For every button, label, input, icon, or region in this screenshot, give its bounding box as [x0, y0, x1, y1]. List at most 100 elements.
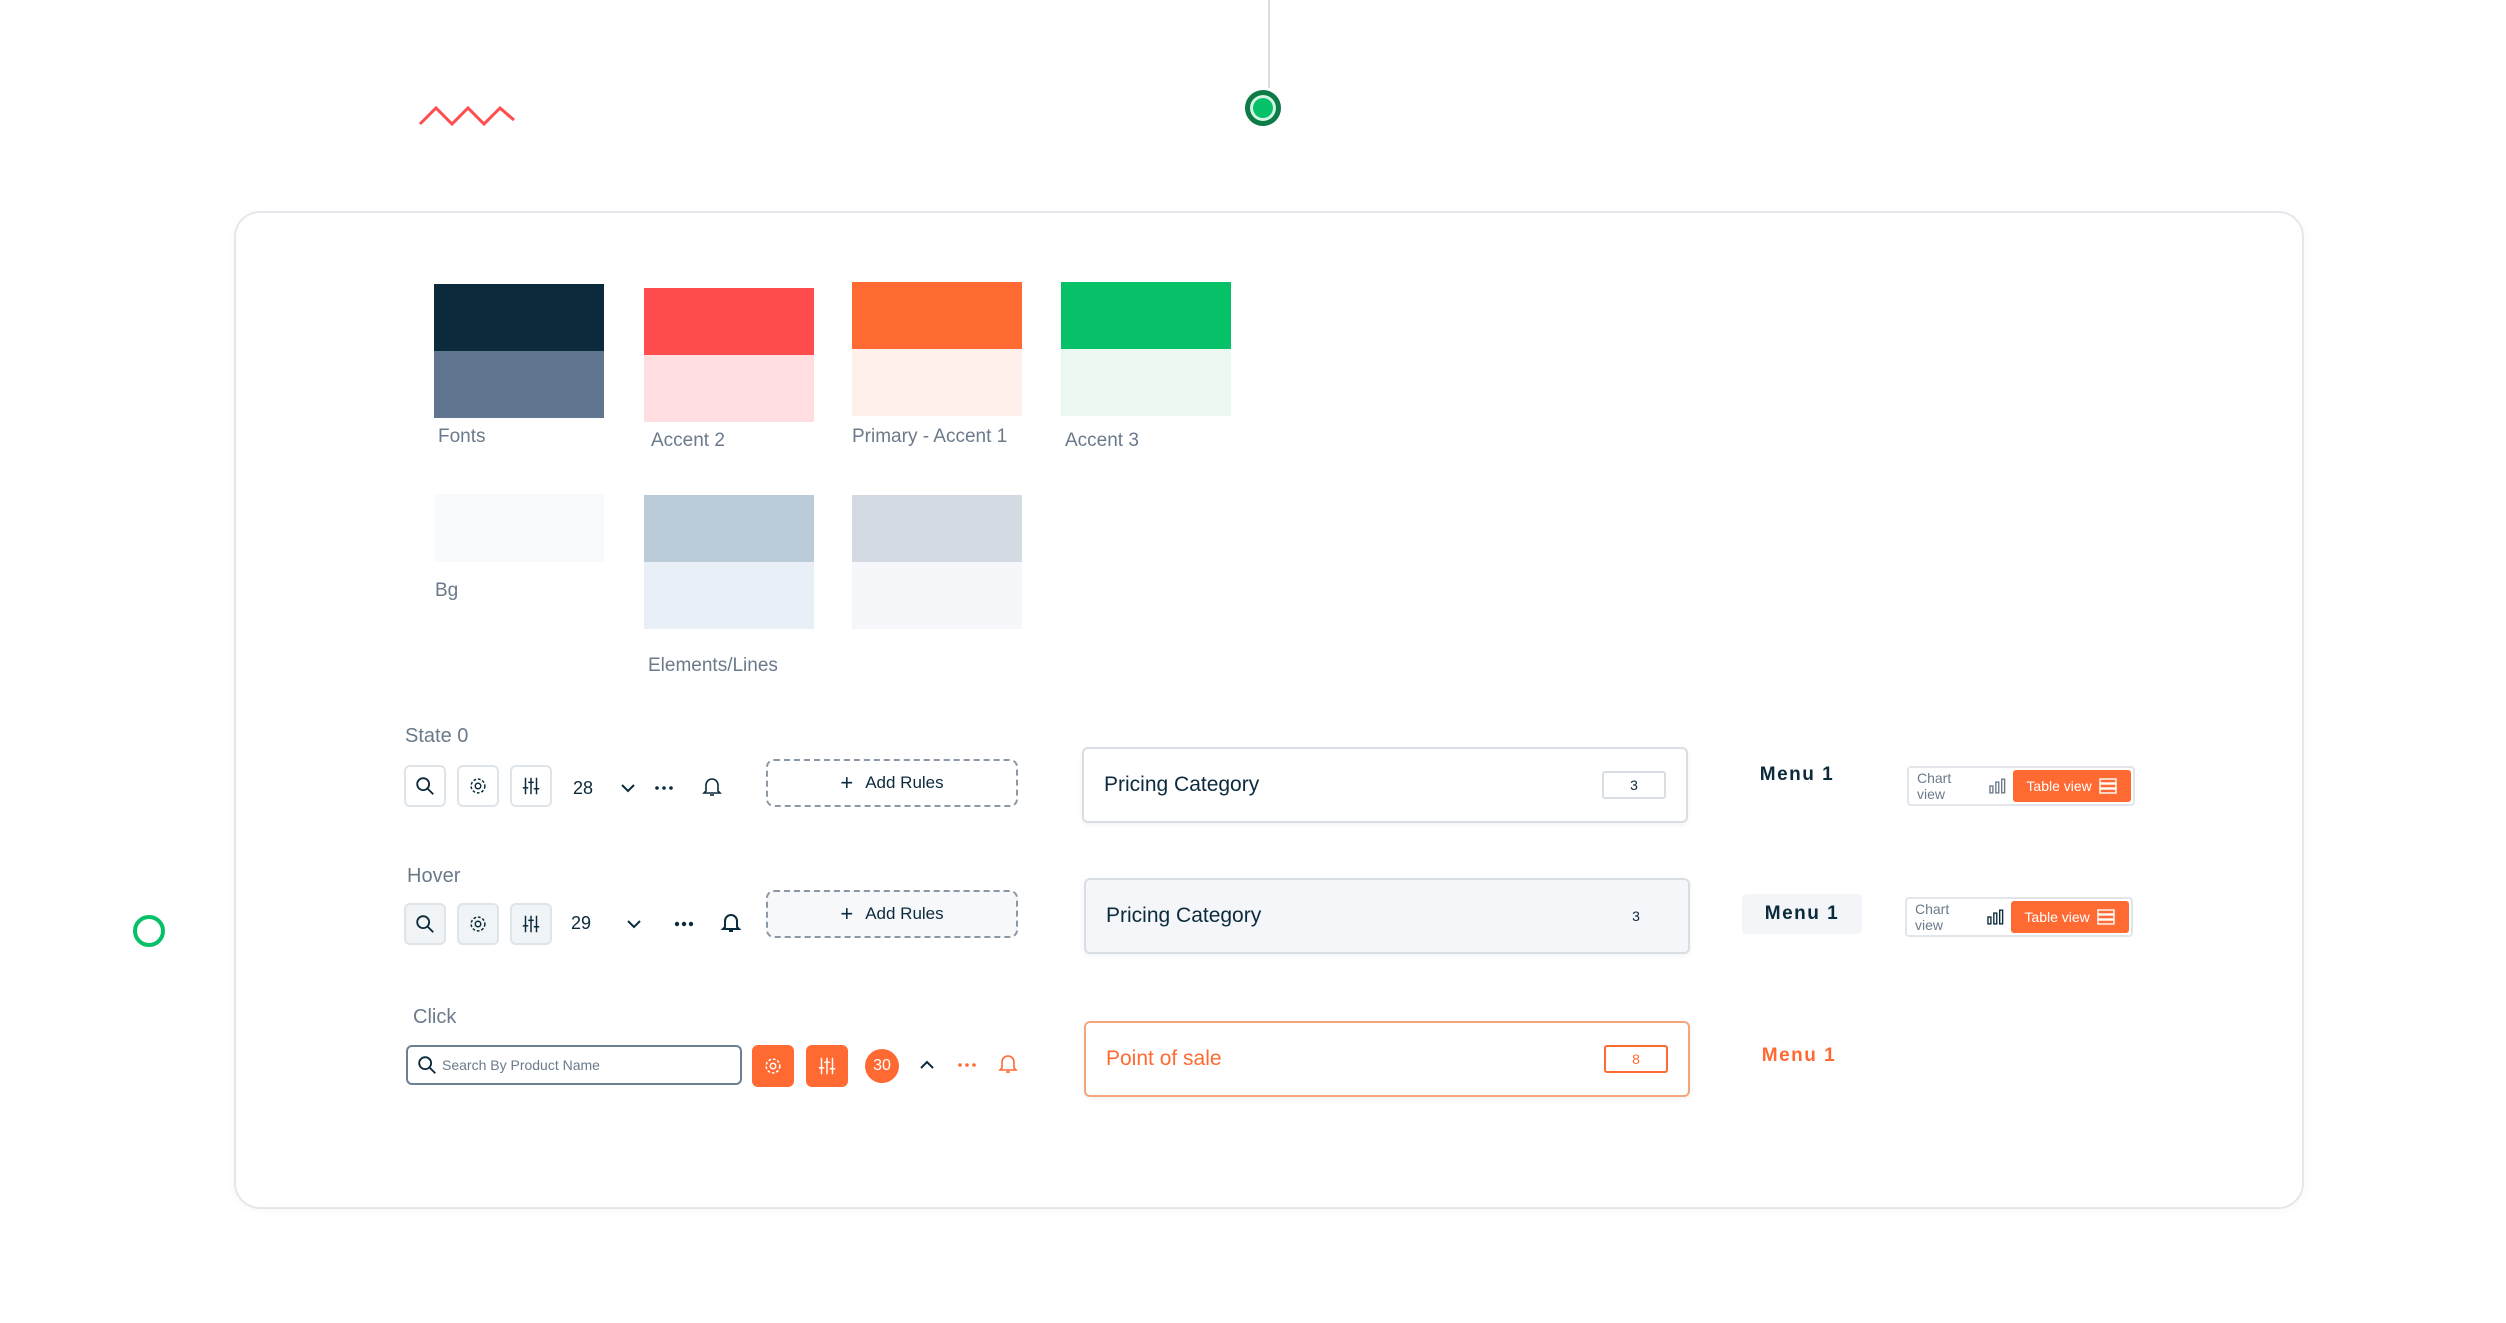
- swatch-fill: [434, 494, 604, 562]
- menu-item[interactable]: Menu 1: [1739, 1036, 1859, 1076]
- sliders-icon: [818, 1057, 836, 1075]
- swatch-elements-lines: [644, 495, 814, 629]
- rule-count-badge: 30: [865, 1049, 899, 1083]
- swatch-top: [1061, 282, 1231, 349]
- view-toggle[interactable]: Chart view Table view: [1905, 897, 2133, 937]
- table-list-icon: [2097, 909, 2115, 925]
- chart-view-label: Chart view: [1917, 770, 1952, 802]
- swatch-accent-2: [644, 288, 814, 422]
- chart-view-option[interactable]: Chart view: [1911, 770, 2013, 802]
- bell-icon: [998, 1055, 1018, 1073]
- bell-icon: [720, 914, 742, 932]
- pricing-title: Point of sale: [1106, 1047, 1222, 1070]
- more-button[interactable]: [672, 912, 696, 941]
- table-view-label: Table view: [2024, 909, 2090, 925]
- rule-count: 28: [573, 778, 594, 798]
- pricing-count: 8: [1604, 1045, 1668, 1073]
- filters-button[interactable]: [510, 903, 552, 945]
- more-dots-icon: [655, 786, 673, 790]
- swatch-fonts: [434, 284, 604, 418]
- swatch-label-fonts: Fonts: [438, 426, 486, 447]
- add-rules-label: Add Rules: [865, 904, 944, 923]
- notifications-button[interactable]: [719, 910, 743, 939]
- search-text[interactable]: [440, 1056, 724, 1074]
- chart-view-option[interactable]: Chart view: [1909, 901, 2011, 933]
- connector-line: [1268, 0, 1270, 88]
- notifications-button[interactable]: [700, 774, 724, 803]
- swatch-top: [434, 284, 604, 351]
- swatch-bottom: [644, 562, 814, 629]
- swatch-bottom: [852, 562, 1022, 629]
- pricing-title: Pricing Category: [1106, 904, 1262, 927]
- search-button[interactable]: [404, 765, 446, 807]
- search-button[interactable]: [404, 903, 446, 945]
- sliders-icon: [522, 777, 540, 795]
- gear-icon: [470, 916, 486, 932]
- gear-icon: [470, 778, 486, 794]
- plus-icon: +: [840, 770, 854, 795]
- rule-count: 29: [571, 913, 592, 933]
- swatch-primary-accent-1: [852, 282, 1022, 416]
- plus-icon: +: [840, 901, 854, 926]
- collapse-button[interactable]: [915, 1053, 939, 1082]
- menu-item[interactable]: Menu 1: [1737, 755, 1857, 795]
- chart-view-label: Chart view: [1915, 901, 1950, 933]
- ring-icon: [133, 915, 165, 947]
- point-of-sale-item[interactable]: Point of sale 8: [1084, 1021, 1690, 1097]
- state-label-click: Click: [413, 1006, 457, 1028]
- swatch-label-elements-lines: Elements/Lines: [648, 655, 778, 676]
- filters-button[interactable]: [806, 1045, 848, 1087]
- menu-item[interactable]: Menu 1: [1742, 894, 1862, 934]
- swatch-top: [852, 495, 1022, 562]
- gear-icon: [765, 1058, 781, 1074]
- table-list-icon: [2099, 778, 2117, 794]
- swatch-label-bg: Bg: [435, 580, 459, 601]
- table-view-option[interactable]: Table view: [2011, 901, 2129, 933]
- swatch-label-accent-2: Accent 2: [651, 430, 725, 451]
- search-icon: [418, 1056, 436, 1074]
- pricing-count: 3: [1602, 771, 1666, 799]
- table-view-label: Table view: [2026, 778, 2092, 794]
- expand-button[interactable]: [616, 776, 640, 805]
- bar-chart-icon: [1988, 778, 2005, 794]
- state-label-hover: Hover: [407, 865, 461, 887]
- settings-button[interactable]: [752, 1045, 794, 1087]
- chevron-down-icon: [627, 920, 641, 929]
- zigzag-logo-icon: [418, 105, 515, 127]
- bar-chart-icon: [1986, 909, 2003, 925]
- more-button[interactable]: [955, 1053, 979, 1082]
- table-view-option[interactable]: Table view: [2013, 770, 2131, 802]
- swatch-top: [644, 495, 814, 562]
- more-button[interactable]: [652, 776, 676, 805]
- swatch-top: [852, 282, 1022, 349]
- swatch-bottom: [852, 349, 1022, 416]
- notifications-button[interactable]: [996, 1051, 1020, 1080]
- search-input[interactable]: [406, 1045, 742, 1085]
- swatch-bottom: [434, 351, 604, 418]
- swatch-bottom: [1061, 349, 1231, 416]
- more-dots-icon: [958, 1063, 976, 1067]
- pricing-category-item[interactable]: Pricing Category 3: [1082, 747, 1688, 823]
- swatch-label-accent-3: Accent 3: [1065, 430, 1139, 451]
- sliders-icon: [522, 915, 540, 933]
- search-icon: [416, 915, 434, 933]
- swatch-label-primary-accent-1: Primary - Accent 1: [852, 426, 1008, 447]
- pricing-title: Pricing Category: [1104, 773, 1260, 796]
- settings-button[interactable]: [457, 903, 499, 945]
- expand-button[interactable]: [622, 912, 646, 941]
- pricing-count: 3: [1632, 908, 1640, 924]
- settings-button[interactable]: [457, 765, 499, 807]
- state-label-state0: State 0: [405, 725, 469, 747]
- more-dots-icon: [674, 921, 694, 927]
- swatch-bottom: [644, 355, 814, 422]
- pricing-category-item[interactable]: Pricing Category 3: [1084, 878, 1690, 954]
- view-toggle[interactable]: Chart view Table view: [1907, 766, 2135, 806]
- swatch-top: [644, 288, 814, 355]
- chevron-down-icon: [621, 784, 635, 793]
- swatch-elements-lines-2: [852, 495, 1022, 629]
- add-rules-button[interactable]: + Add Rules: [766, 890, 1018, 938]
- add-rules-button[interactable]: + Add Rules: [766, 759, 1018, 807]
- swatch-bg: [434, 494, 604, 562]
- filters-button[interactable]: [510, 765, 552, 807]
- status-dot-icon: [1245, 90, 1281, 126]
